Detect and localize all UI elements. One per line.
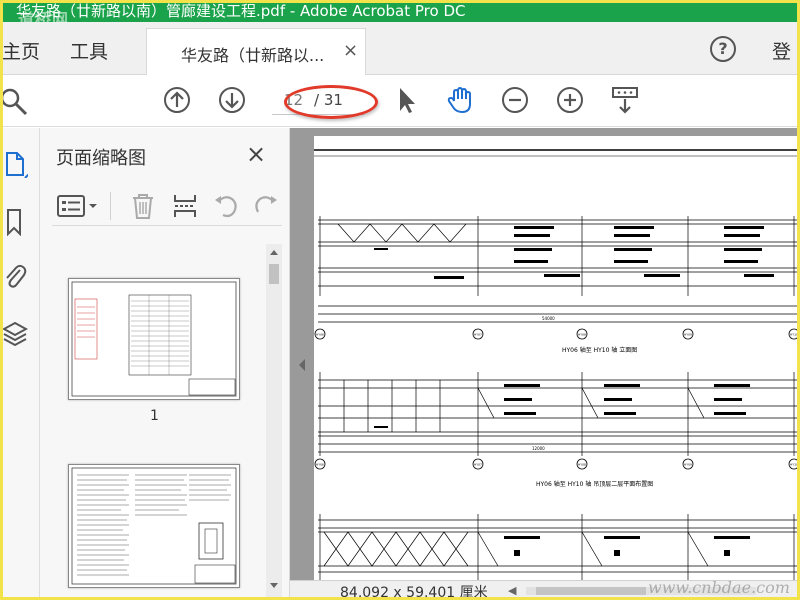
pdf-page[interactable]: HY06 轴至 HY10 轴 立面图 54000 HY06 轴至 HY10 轴 … — [314, 136, 800, 580]
thumbnail-toolbar — [52, 186, 282, 226]
scrollbar-thumb[interactable] — [269, 264, 279, 284]
rotate-counterclockwise-icon[interactable] — [212, 192, 240, 220]
page-size-readout: 84.092 x 59.401 厘米 — [340, 585, 488, 600]
window-title: 华友路（廿新路以南）管廊建设工程.pdf - Adobe Acrobat Pro… — [16, 2, 466, 20]
dimension-total-label: 54000 — [542, 316, 555, 321]
axis-label: HY10 — [790, 463, 798, 467]
tab-tools[interactable]: 工具 — [70, 37, 108, 64]
axis-label: HY08 — [578, 333, 586, 337]
axis-label: HY07 — [474, 333, 482, 337]
axis-label: HY09 — [684, 333, 692, 337]
annotation-circle — [284, 85, 378, 119]
drawing-title-elevation: HY06 轴至 HY10 轴 立面图 — [562, 346, 637, 354]
layers-icon[interactable] — [2, 320, 28, 348]
axis-label: HY06 — [316, 333, 324, 337]
rotate-clockwise-icon[interactable] — [252, 192, 280, 220]
window-title-bar: 华友路（廿新路以南）管廊建设工程.pdf - Adobe Acrobat Pro… — [0, 0, 800, 22]
zoom-out-icon[interactable] — [500, 85, 530, 115]
tab-document[interactable]: 华友路（廿新路以... × — [146, 28, 366, 75]
horizontal-scrollbar-thumb[interactable] — [536, 587, 646, 595]
thumbnail-scrollbar[interactable] — [266, 244, 282, 600]
delete-icon[interactable] — [130, 192, 156, 220]
main-tab-bar: 主页 工具 华友路（廿新路以... × ? 登 — [0, 22, 800, 75]
collapse-panel-arrow-icon[interactable] — [297, 358, 307, 372]
dimension-span-label: 12000 — [532, 446, 545, 451]
navigation-rail — [0, 128, 40, 600]
thumbnail-page-2[interactable] — [68, 464, 240, 588]
scroll-down-arrow-icon[interactable] — [269, 582, 279, 590]
page-up-icon[interactable] — [162, 85, 192, 115]
thumbnail-page-1[interactable] — [68, 278, 240, 400]
read-mode-icon[interactable] — [610, 85, 640, 115]
attachments-icon[interactable] — [2, 262, 28, 290]
close-tab-button[interactable]: × — [343, 40, 358, 61]
hand-tool-icon[interactable] — [445, 85, 475, 115]
thumbnail-page-1-preview — [71, 281, 237, 397]
help-icon[interactable]: ? — [710, 36, 736, 62]
thumbnail-page-label: 1 — [150, 408, 159, 424]
thumbnail-page-2-preview — [71, 467, 237, 585]
toolbar: 12 / 31 — [0, 75, 800, 127]
close-panel-button[interactable]: × — [246, 140, 266, 168]
tab-home[interactable]: 主页 — [2, 37, 40, 64]
scroll-left-arrow-icon[interactable]: ◀ — [508, 584, 516, 597]
axis-label: HY07 — [474, 463, 482, 467]
sign-in-button[interactable]: 登 — [772, 37, 791, 64]
scroll-up-arrow-icon[interactable] — [269, 248, 279, 256]
insert-page-icon[interactable] — [172, 192, 198, 220]
axis-label: HY06 — [316, 463, 324, 467]
axis-label: HY10 — [790, 333, 798, 337]
page-down-icon[interactable] — [217, 85, 247, 115]
document-tab-label: 华友路（廿新路以... — [181, 46, 325, 65]
thumbnail-panel: 页面缩略图 × 1 — [40, 128, 290, 600]
select-cursor-icon[interactable] — [392, 85, 422, 115]
panel-title: 页面缩略图 — [56, 148, 146, 169]
axis-label: HY09 — [684, 463, 692, 467]
search-icon[interactable] — [0, 86, 30, 116]
watermark-url: www.cnbdae.com — [648, 578, 790, 597]
page-thumbnails-icon[interactable] — [2, 150, 28, 178]
axis-label: HY08 — [578, 463, 586, 467]
thumbnail-options-icon[interactable] — [56, 194, 100, 218]
drawing-title-plan: HY06 轴至 HY10 轴 吊顶层二层平面布置图 — [536, 480, 653, 488]
document-view[interactable]: HY06 轴至 HY10 轴 立面图 54000 HY06 轴至 HY10 轴 … — [290, 128, 800, 580]
zoom-in-icon[interactable] — [555, 85, 585, 115]
engineering-drawing: HY06 轴至 HY10 轴 立面图 54000 HY06 轴至 HY10 轴 … — [314, 149, 800, 580]
bookmarks-icon[interactable] — [2, 208, 28, 236]
